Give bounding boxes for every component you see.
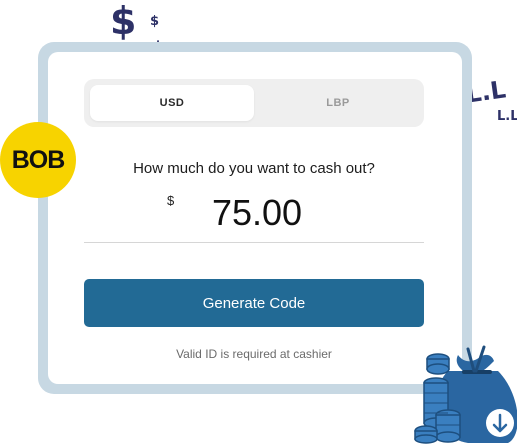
amount-underline	[84, 242, 424, 243]
id-requirement-note: Valid ID is required at cashier	[176, 347, 332, 361]
lbp-currency-icon: L.L	[497, 109, 517, 124]
amount-input[interactable]: 75.00	[84, 192, 424, 234]
currency-toggle: USD LBP	[84, 79, 424, 127]
dollar-icon: $	[150, 14, 160, 29]
dollar-icon: $	[110, 0, 137, 43]
currency-option-lbp[interactable]: LBP	[256, 85, 420, 121]
logo-text: BOB	[11, 145, 66, 174]
cashout-question: How much do you want to cash out?	[133, 160, 375, 177]
currency-option-usd[interactable]: USD	[90, 85, 254, 121]
bob-logo: BOB	[0, 122, 76, 198]
money-bag-icon	[414, 345, 517, 444]
generate-code-button[interactable]: Generate Code	[84, 279, 424, 327]
